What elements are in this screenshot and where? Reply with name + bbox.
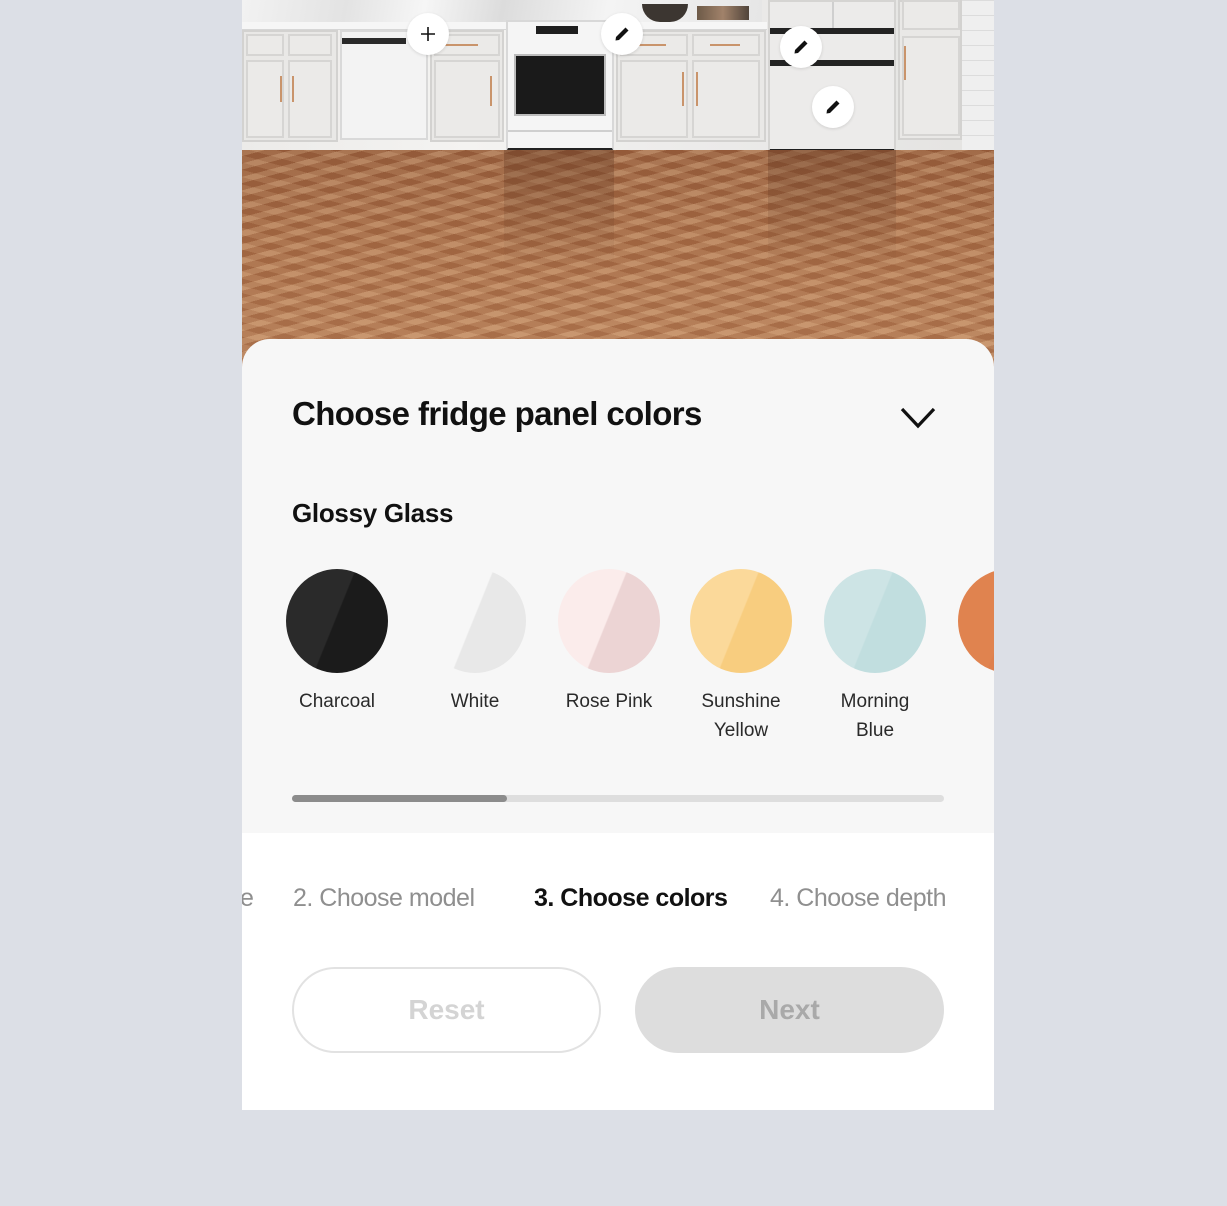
plus-icon bbox=[421, 27, 435, 41]
step-4-tab[interactable]: 4. Choose depth bbox=[770, 884, 946, 913]
chevron-down-icon bbox=[900, 407, 936, 429]
swatch-sunshine-yellow[interactable]: Sunshine Yellow bbox=[673, 569, 809, 745]
brick-wall bbox=[962, 0, 994, 150]
reset-button[interactable]: Reset bbox=[292, 967, 601, 1053]
swatch-label: Sunshine Yellow bbox=[701, 691, 781, 741]
step-3-tab[interactable]: 3. Choose colors bbox=[534, 884, 728, 913]
add-appliance-hotspot[interactable] bbox=[407, 13, 449, 55]
step-2-tab[interactable]: 2. Choose model bbox=[293, 884, 475, 913]
swatch-scrollbar[interactable] bbox=[292, 795, 944, 802]
edit-range-hotspot[interactable] bbox=[601, 13, 643, 55]
swatch-color-circle bbox=[958, 569, 994, 673]
edit-fridge-top-hotspot[interactable] bbox=[780, 26, 822, 68]
step-navigation: e 2. Choose model 3. Choose colors 4. Ch… bbox=[242, 884, 994, 924]
swatch-orange-partial[interactable] bbox=[941, 569, 994, 687]
cabinet-tall bbox=[898, 0, 962, 140]
swatch-label: Charcoal bbox=[298, 691, 376, 712]
swatch-color-circle bbox=[424, 569, 526, 673]
color-swatch-list: Charcoal White Rose Pink Sunshine Yellow… bbox=[242, 569, 994, 749]
color-picker-panel: Choose fridge panel colors Glossy Glass … bbox=[242, 339, 994, 833]
scrollbar-thumb[interactable] bbox=[292, 795, 508, 802]
range-oven bbox=[506, 20, 614, 152]
swatch-label: Morning Blue bbox=[840, 691, 910, 741]
pencil-icon bbox=[794, 40, 808, 54]
swatch-morning-blue[interactable]: Morning Blue bbox=[807, 569, 943, 745]
collapse-panel-button[interactable] bbox=[896, 399, 940, 437]
kitchen-scene-image bbox=[242, 0, 994, 380]
swatch-color-circle bbox=[558, 569, 660, 673]
swatch-color-circle bbox=[824, 569, 926, 673]
pencil-icon bbox=[826, 100, 840, 114]
pencil-icon bbox=[615, 27, 629, 41]
swatch-label: White bbox=[450, 691, 500, 712]
panel-title: Choose fridge panel colors bbox=[292, 395, 702, 432]
step-1-tab[interactable]: e bbox=[242, 884, 254, 913]
swatch-rose-pink[interactable]: Rose Pink bbox=[541, 569, 677, 716]
swatch-color-circle bbox=[690, 569, 792, 673]
finish-section-label: Glossy Glass bbox=[292, 498, 454, 528]
cabinet-left bbox=[242, 30, 338, 142]
edit-fridge-bottom-hotspot[interactable] bbox=[812, 86, 854, 128]
configurator-frame: Choose fridge panel colors Glossy Glass … bbox=[242, 0, 994, 1110]
swatch-color-circle bbox=[286, 569, 388, 673]
next-button[interactable]: Next bbox=[635, 967, 944, 1053]
decor-jars bbox=[697, 6, 749, 20]
countertop bbox=[242, 22, 767, 30]
fridge bbox=[768, 0, 896, 154]
swatch-white[interactable]: White bbox=[407, 569, 543, 716]
swatch-label: Rose Pink bbox=[565, 691, 653, 712]
swatch-charcoal[interactable]: Charcoal bbox=[269, 569, 405, 716]
